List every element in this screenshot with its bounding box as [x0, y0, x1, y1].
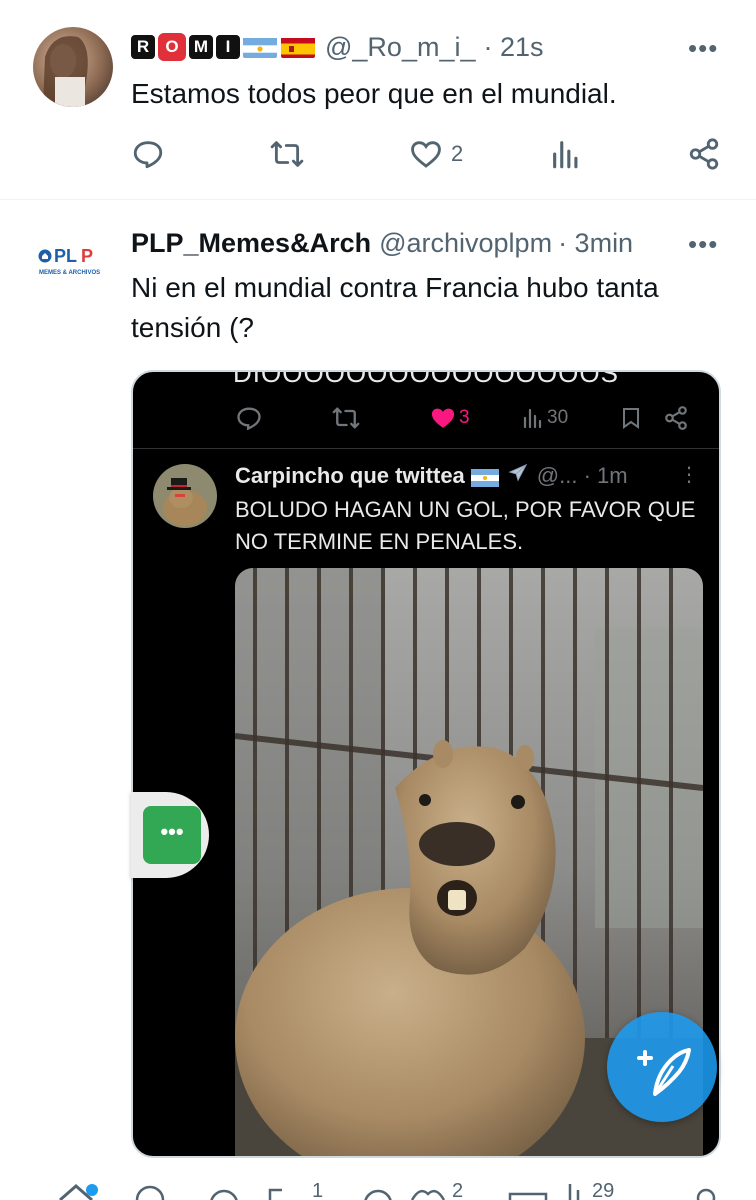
heart-icon	[411, 141, 441, 168]
next-like-count: 2	[452, 1180, 464, 1200]
more-dots-icon[interactable]: •••	[143, 806, 201, 864]
embed-reply-icon	[235, 404, 263, 432]
like-count: 2	[451, 141, 464, 166]
reply-icon	[133, 141, 163, 169]
embed-divider	[133, 448, 719, 449]
author-handle[interactable]: @archivoplpm	[379, 228, 552, 259]
name-letter-r: R	[131, 35, 155, 59]
author-row: R O M I @_Ro_m_i_ · 21s	[131, 32, 544, 62]
tweet-romi[interactable]: R O M I @_Ro_m_i_ · 21s ••• Estamos todo…	[0, 0, 756, 200]
avatar[interactable]	[33, 27, 113, 107]
tweet-text: Estamos todos peor que en el mundial.	[131, 78, 617, 109]
next-tweet-actions: 1 2 29	[0, 1178, 756, 1200]
more-options-button[interactable]: •••	[688, 33, 718, 64]
more-options-button[interactable]: •••	[688, 229, 718, 260]
retweet-icon	[270, 141, 304, 167]
embed-meta: @... · 1m	[536, 463, 628, 488]
like-button[interactable]: 2	[409, 137, 463, 171]
embed-more-icon: ⋮	[679, 464, 699, 486]
svg-text:P: P	[81, 246, 93, 266]
embed-author-name: Carpincho que twittea	[235, 463, 465, 488]
tweet-time[interactable]: · 21s	[483, 32, 543, 63]
avatar[interactable]: PL P MEMES & ARCHIVOS	[33, 227, 113, 307]
embed-views-count: 30	[547, 407, 569, 428]
tweet-time[interactable]: · 3min	[558, 228, 633, 259]
views-button[interactable]	[549, 137, 583, 171]
name-letter-m: M	[189, 35, 213, 59]
embed-avatar	[153, 464, 217, 528]
tweet-text: Ni en el mundial contra Francia hubo tan…	[131, 272, 659, 343]
embed-author-row: Carpincho que twittea @... · 1m	[235, 462, 628, 490]
author-row: PLP_Memes&Arch @archivoplpm · 3min	[131, 226, 633, 260]
argentina-flag-icon	[243, 36, 277, 58]
author-display-name[interactable]: PLP_Memes&Arch	[131, 228, 371, 259]
embed-cut-text: DIOOOOOOOOOOOOOOOOS	[233, 370, 619, 388]
embed-like: 3	[429, 404, 470, 432]
share-icon	[689, 138, 719, 170]
argentina-flag-icon	[470, 467, 499, 487]
embed-actions: 3 30	[133, 398, 719, 442]
heart-filled-icon	[431, 408, 455, 428]
analytics-icon	[523, 408, 542, 429]
share-button[interactable]	[687, 137, 721, 171]
retweet-button[interactable]	[269, 137, 305, 171]
svg-text:PL: PL	[54, 246, 77, 266]
tweet-actions: 2	[131, 137, 731, 173]
svg-text:MEMES & ARCHIVOS: MEMES & ARCHIVOS	[39, 270, 100, 276]
embed-like-count: 3	[459, 407, 470, 428]
reply-button[interactable]	[131, 137, 165, 171]
analytics-icon	[553, 141, 578, 169]
name-letter-i: I	[216, 35, 240, 59]
embed-retweet-icon	[331, 404, 361, 432]
name-letter-o: O	[158, 33, 186, 61]
embed-share-icon	[663, 404, 689, 432]
next-views-count: 29	[592, 1180, 615, 1200]
author-handle[interactable]: @_Ro_m_i_	[325, 32, 475, 63]
airplane-icon	[505, 462, 531, 490]
compose-icon	[637, 1048, 691, 1096]
embed-bookmark-icon	[619, 404, 643, 432]
embed-tweet-text: BOLUDO HAGAN UN GOL, POR FAVOR QUE NO TE…	[235, 497, 696, 554]
spain-flag-icon	[281, 36, 315, 58]
next-retweet-count: 1	[312, 1180, 324, 1200]
embed-views: 30	[521, 404, 568, 432]
compose-button[interactable]	[607, 1012, 717, 1122]
